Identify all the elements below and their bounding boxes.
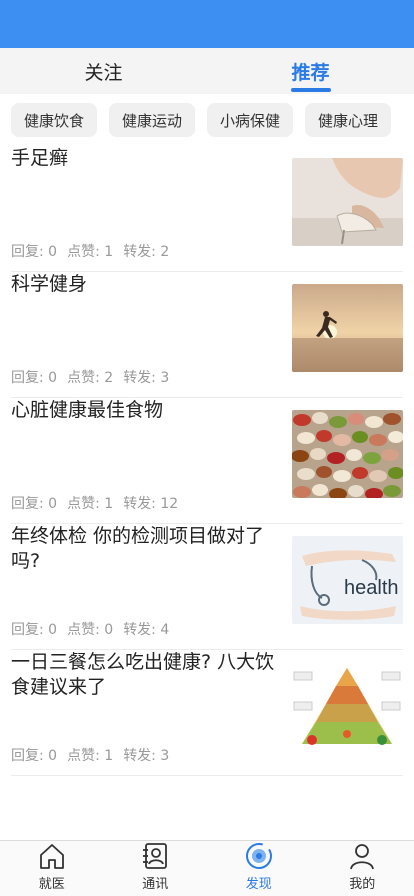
feed-tabs: 关注 推荐 (0, 48, 414, 94)
article-meta: 回复: 0 点赞: 2 转发: 3 (11, 367, 282, 387)
food-pyramid-photo (292, 662, 403, 750)
svg-text:health: health (344, 577, 399, 599)
nav-item-discover[interactable]: 发现 (207, 841, 311, 896)
article-item[interactable]: 心脏健康最佳食物 回复: 0 点赞: 1 转发: 12 (11, 398, 403, 524)
reply-count: 0 (48, 496, 58, 512)
share-label: 转发: (123, 496, 156, 512)
contacts-icon (143, 843, 168, 869)
category-chip-exercise[interactable]: 健康运动 (109, 103, 196, 137)
reply-count: 0 (48, 748, 58, 764)
reply-label: 回复: (11, 370, 44, 386)
share-label: 转发: (123, 370, 156, 386)
article-item[interactable]: 一日三餐怎么吃出健康? 八大饮食建议来了 回复: 0 点赞: 1 转发: 3 (11, 650, 403, 776)
share-count: 4 (160, 622, 170, 638)
like-count: 1 (104, 496, 114, 512)
discover-icon (245, 843, 272, 869)
nav-label: 我的 (349, 877, 376, 892)
reply-label: 回复: (11, 244, 44, 260)
category-chip-minor-illness[interactable]: 小病保健 (207, 103, 294, 137)
reply-count: 0 (48, 622, 58, 638)
nav-label: 就医 (38, 877, 65, 892)
tab-follow[interactable]: 关注 (0, 48, 207, 94)
like-label: 点赞: (67, 748, 100, 764)
stethoscope-health-photo: health (292, 536, 403, 624)
article-meta: 回复: 0 点赞: 1 转发: 2 (11, 241, 282, 261)
reply-count: 0 (48, 370, 58, 386)
nav-item-medical[interactable]: 就医 (0, 841, 104, 896)
article-meta: 回复: 0 点赞: 0 转发: 4 (11, 619, 282, 639)
category-chip-diet[interactable]: 健康饮食 (11, 103, 98, 137)
share-count: 12 (160, 496, 179, 512)
article-item[interactable]: 年终体检 你的检测项目做对了吗? 回复: 0 点赞: 0 转发: 4 healt… (11, 524, 403, 650)
beans-photo (292, 410, 403, 498)
reply-label: 回复: (11, 748, 44, 764)
article-list: 手足癣 回复: 0 点赞: 1 转发: 2 科学健身 回复: 0 点赞: 2 转… (0, 146, 414, 776)
like-label: 点赞: (67, 244, 100, 260)
category-chip-psychology[interactable]: 健康心理 (305, 103, 392, 137)
like-count: 2 (104, 370, 114, 386)
article-title: 心脏健康最佳食物 (11, 399, 164, 421)
like-label: 点赞: (67, 496, 100, 512)
nav-item-contacts[interactable]: 通讯 (104, 841, 208, 896)
status-bar (0, 0, 414, 48)
reply-count: 0 (48, 244, 58, 260)
high-heel-shoe-photo (292, 158, 403, 246)
share-count: 3 (160, 370, 170, 386)
runner-sunset-photo (292, 284, 403, 372)
share-count: 3 (160, 748, 170, 764)
article-item[interactable]: 科学健身 回复: 0 点赞: 2 转发: 3 (11, 272, 403, 398)
article-meta: 回复: 0 点赞: 1 转发: 12 (11, 493, 282, 513)
share-label: 转发: (123, 244, 156, 260)
article-title: 年终体检 你的检测项目做对了吗? (11, 525, 265, 572)
like-label: 点赞: (67, 370, 100, 386)
article-title: 科学健身 (11, 273, 88, 295)
share-label: 转发: (123, 622, 156, 638)
nav-item-profile[interactable]: 我的 (311, 841, 414, 896)
tab-recommend[interactable]: 推荐 (207, 48, 414, 94)
nav-label: 发现 (245, 877, 272, 892)
article-item[interactable]: 手足癣 回复: 0 点赞: 1 转发: 2 (11, 146, 403, 272)
reply-label: 回复: (11, 622, 44, 638)
share-count: 2 (160, 244, 170, 260)
profile-icon (350, 844, 375, 870)
article-title: 一日三餐怎么吃出健康? 八大饮食建议来了 (11, 651, 275, 698)
like-count: 1 (104, 748, 114, 764)
nav-label: 通讯 (142, 877, 169, 892)
article-title: 手足癣 (11, 147, 69, 169)
category-chips: 健康饮食 健康运动 小病保健 健康心理 (0, 94, 414, 146)
like-count: 1 (104, 244, 114, 260)
home-icon (39, 844, 64, 869)
reply-label: 回复: (11, 496, 44, 512)
share-label: 转发: (123, 748, 156, 764)
like-count: 0 (104, 622, 114, 638)
article-meta: 回复: 0 点赞: 1 转发: 3 (11, 745, 282, 765)
bottom-navigation: 就医 通讯 发现 我的 (0, 840, 414, 896)
like-label: 点赞: (67, 622, 100, 638)
